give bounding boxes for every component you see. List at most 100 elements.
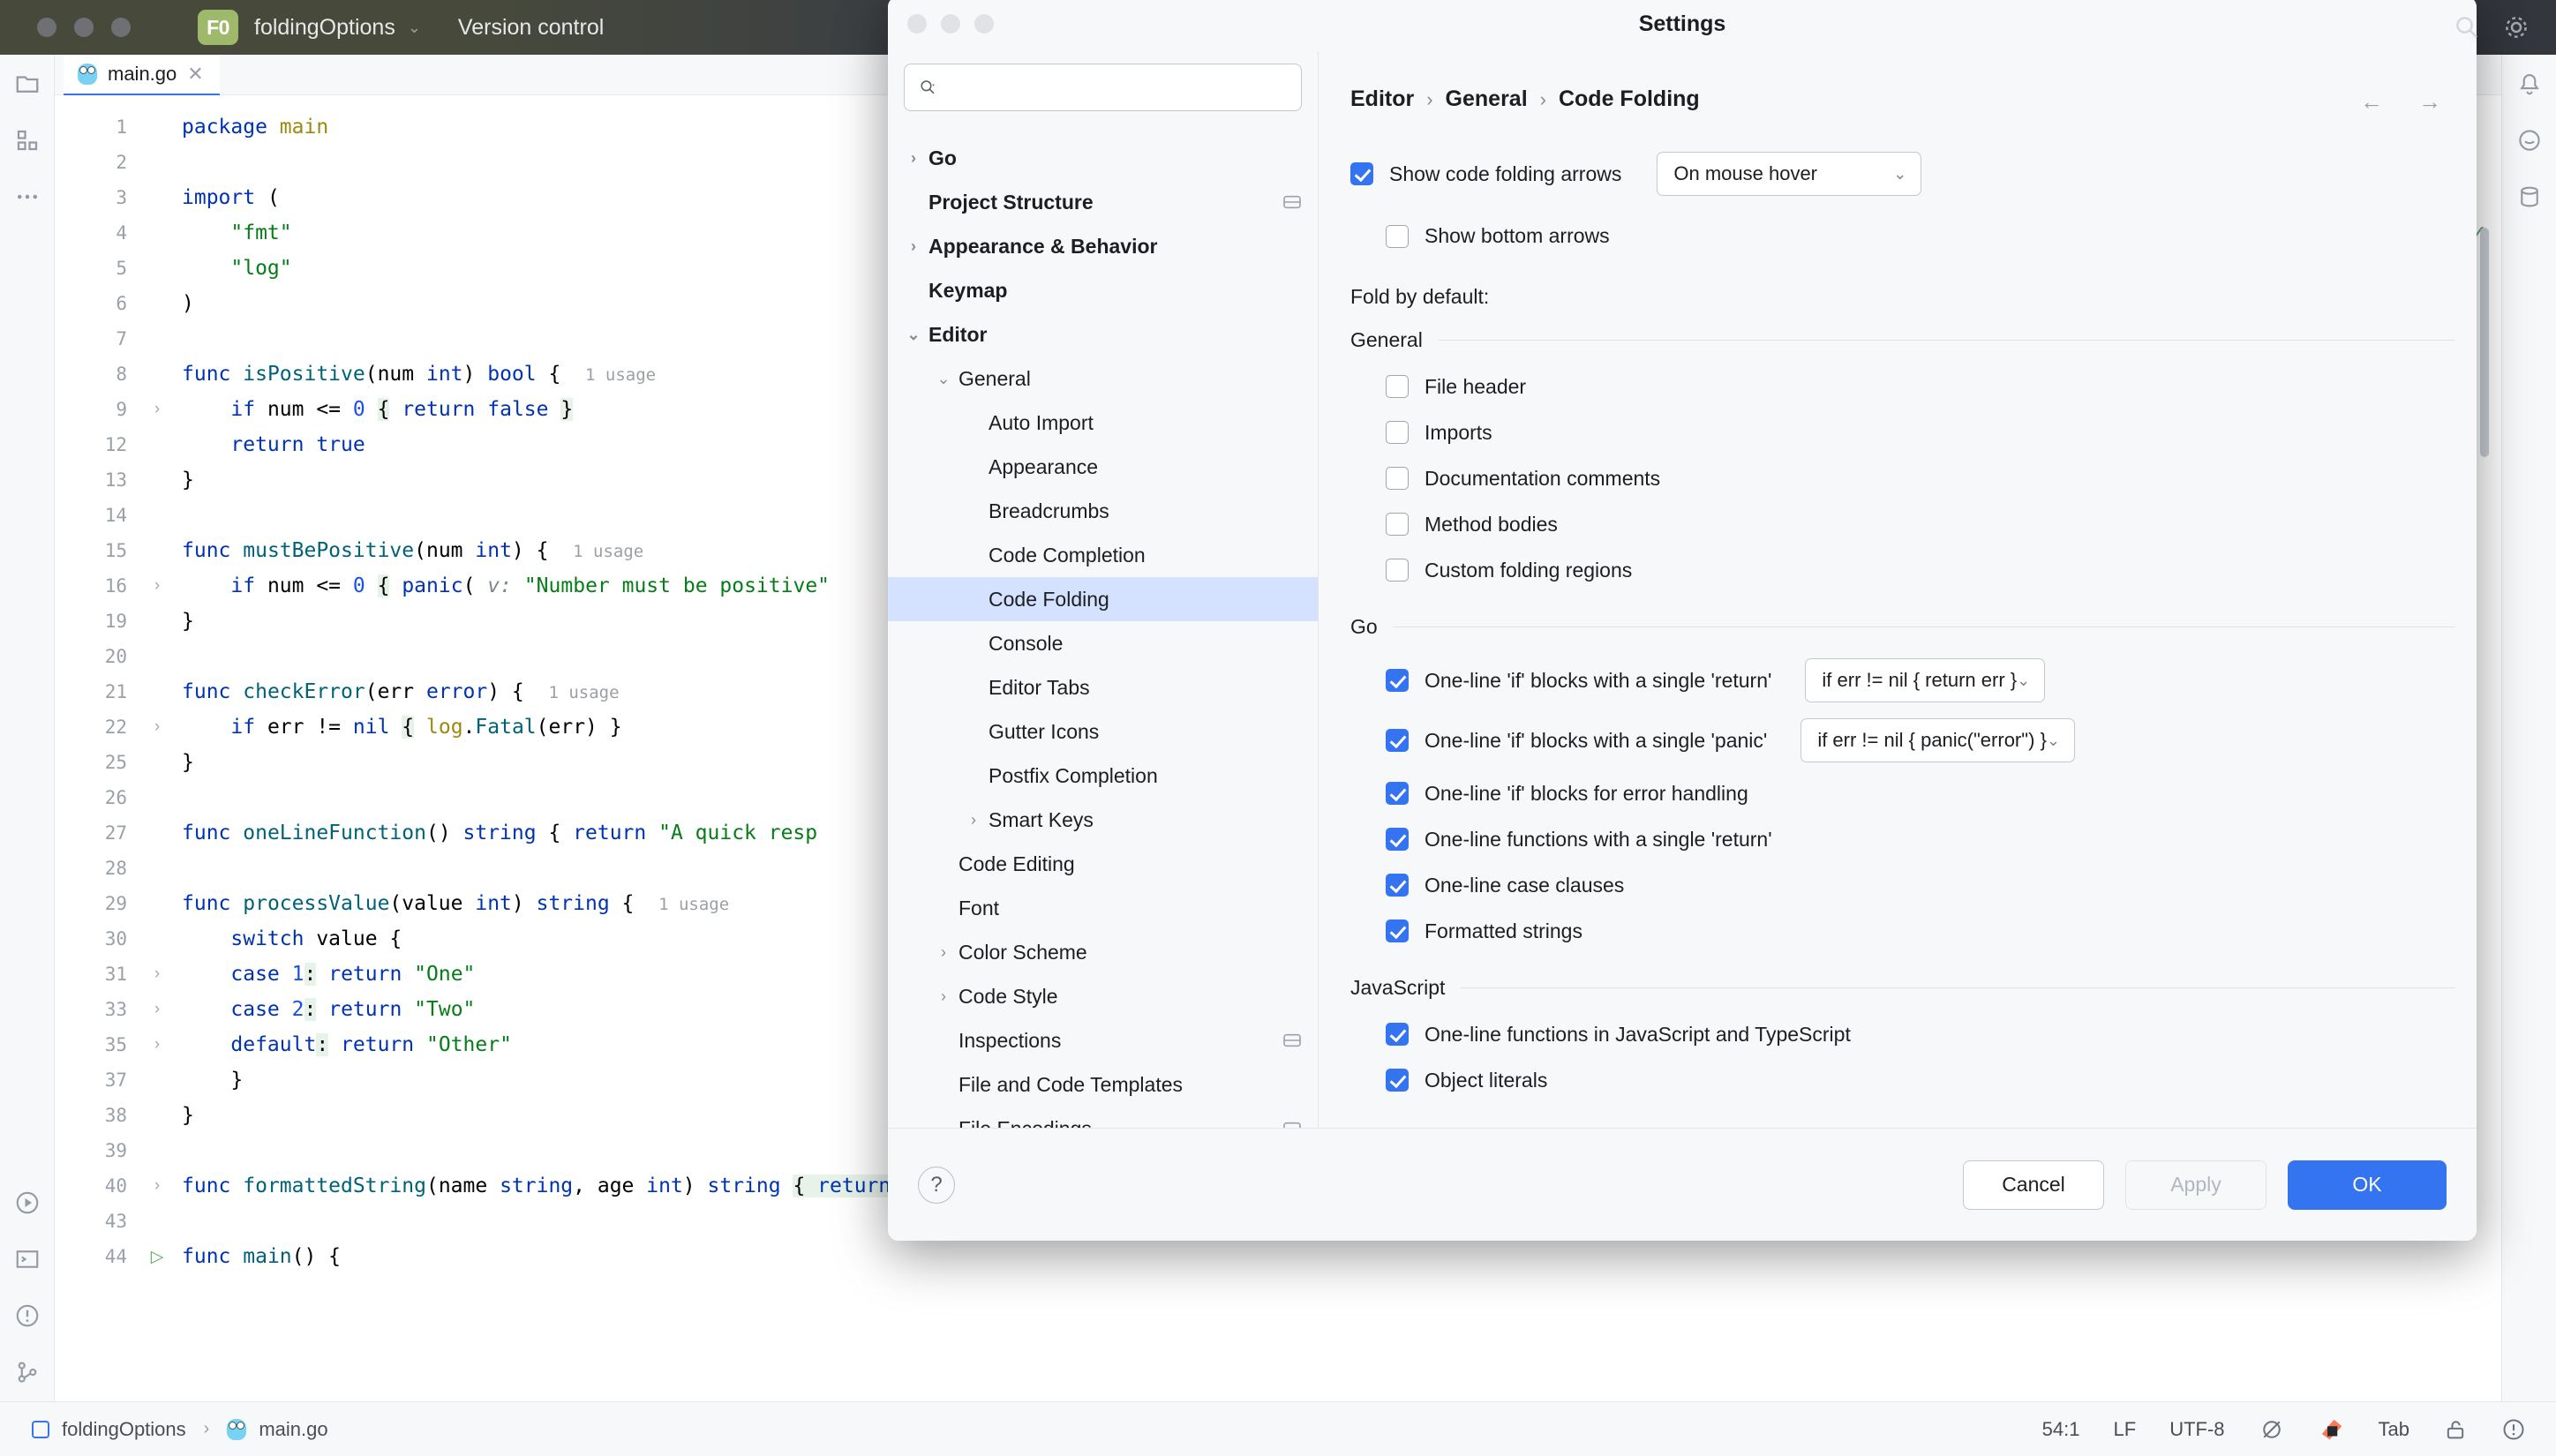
chevron-right-icon[interactable]: › [904,237,923,256]
search-icon[interactable] [2454,14,2480,41]
fold-option-checkbox[interactable] [1386,874,1409,897]
sidebar-item-general[interactable]: ⌄ General [888,356,1318,401]
settings-minimize-button[interactable] [941,14,960,34]
structure-icon[interactable] [14,127,41,154]
fold-option-checkbox[interactable] [1386,828,1409,851]
sidebar-item-breadcrumbs[interactable]: Breadcrumbs [888,489,1318,533]
sidebar-item-color-scheme[interactable]: › Color Scheme [888,930,1318,974]
search-input[interactable] [945,76,1287,99]
database-icon[interactable] [2516,184,2543,210]
close-window-button[interactable] [37,18,56,37]
ok-button[interactable]: OK [2288,1160,2447,1210]
goland-logo-icon[interactable] [2319,1416,2345,1443]
chevron-right-icon[interactable]: › [934,943,953,962]
folding-arrows-mode-select[interactable]: On mouse hover ⌄ [1657,152,1922,196]
chevron-down-icon[interactable]: ⌄ [934,370,953,388]
chevron-down-icon[interactable]: ⌄ [904,326,923,344]
sidebar-item-editor-tabs[interactable]: Editor Tabs [888,665,1318,709]
fold-arrow-icon[interactable]: › [139,576,175,596]
settings-traffic-lights[interactable] [907,14,994,34]
caret-position[interactable]: 54:1 [2042,1418,2080,1441]
status-file-name[interactable]: main.go [259,1418,327,1441]
editor-tab-main-go[interactable]: main.go ✕ [64,55,220,95]
close-icon[interactable]: ✕ [187,63,203,86]
problems-icon[interactable] [14,1302,41,1329]
terminal-icon[interactable] [14,1246,41,1272]
fold-option-checkbox[interactable] [1386,467,1409,490]
sidebar-item-code-style[interactable]: › Code Style [888,974,1318,1018]
sidebar-item-inspections[interactable]: Inspections [888,1018,1318,1062]
file-encoding[interactable]: UTF-8 [2169,1418,2224,1441]
sidebar-item-editor[interactable]: ⌄ Editor [888,312,1318,356]
fold-option-preview-select[interactable]: if err != nil { panic("error") } ⌄ [1800,718,2075,762]
sidebar-item-code-editing[interactable]: Code Editing [888,842,1318,886]
nav-forward-button[interactable]: → [2418,88,2441,116]
fold-option-checkbox[interactable] [1386,559,1409,582]
show-bottom-arrows-checkbox[interactable] [1386,224,1409,248]
warning-icon[interactable] [2501,1417,2526,1442]
breadcrumb-editor[interactable]: Editor [1350,86,1414,112]
sidebar-item-font[interactable]: Font [888,886,1318,930]
editor-scrollbar[interactable] [2480,228,2489,457]
fold-arrow-icon[interactable]: › [139,1000,175,1019]
fold-arrow-icon[interactable]: › [139,1035,175,1054]
reader-mode-off-icon[interactable] [2259,1416,2285,1443]
sidebar-item-code-folding[interactable]: Code Folding [888,577,1318,621]
indent-setting[interactable]: Tab [2379,1418,2409,1441]
sidebar-item-gutter-icons[interactable]: Gutter Icons [888,709,1318,754]
chevron-right-icon[interactable]: › [934,987,953,1006]
fold-option-checkbox[interactable] [1386,782,1409,805]
sidebar-item-go[interactable]: › Go [888,136,1318,180]
breadcrumb-general[interactable]: General [1446,86,1528,112]
project-folder-icon[interactable] [14,71,41,97]
window-traffic-lights[interactable] [37,18,131,37]
settings-close-button[interactable] [907,14,927,34]
run-icon[interactable] [14,1190,41,1216]
fold-option-checkbox[interactable] [1386,1023,1409,1046]
version-control-menu[interactable]: Version control [458,15,604,41]
gear-icon[interactable] [2503,14,2530,41]
version-control-icon[interactable] [14,1359,41,1385]
unlock-icon[interactable] [2443,1417,2468,1442]
chevron-down-icon[interactable]: ⌄ [408,19,421,37]
fold-arrow-icon[interactable]: › [139,1176,175,1196]
sidebar-item-keymap[interactable]: Keymap [888,268,1318,312]
fold-arrow-icon[interactable]: › [139,717,175,737]
fold-option-checkbox[interactable] [1386,375,1409,398]
chevron-right-icon[interactable]: › [904,149,923,168]
fold-option-checkbox[interactable] [1386,421,1409,444]
fold-option-checkbox[interactable] [1386,729,1409,752]
sidebar-item-postfix-completion[interactable]: Postfix Completion [888,754,1318,798]
chevron-right-icon[interactable]: › [964,811,983,829]
apply-button[interactable]: Apply [2125,1160,2267,1210]
cancel-button[interactable]: Cancel [1963,1160,2104,1210]
sidebar-item-project-structure[interactable]: Project Structure [888,180,1318,224]
fold-option-preview-select[interactable]: if err != nil { return err } ⌄ [1805,658,2046,702]
nav-back-button[interactable]: ← [2360,88,2383,116]
maximize-window-button[interactable] [111,18,131,37]
fold-arrow-icon[interactable]: › [139,964,175,984]
status-project-name[interactable]: foldingOptions [62,1418,186,1441]
fold-option-checkbox[interactable] [1386,669,1409,692]
fold-option-checkbox[interactable] [1386,513,1409,536]
more-tool-windows-icon[interactable] [14,184,41,210]
sidebar-item-appearance-behavior[interactable]: › Appearance & Behavior [888,224,1318,268]
minimize-window-button[interactable] [74,18,94,37]
sidebar-item-file-and-code-templates[interactable]: File and Code Templates [888,1062,1318,1107]
line-separator[interactable]: LF [2114,1418,2137,1441]
sidebar-item-smart-keys[interactable]: › Smart Keys [888,798,1318,842]
fold-option-checkbox[interactable] [1386,1069,1409,1092]
sidebar-item-auto-import[interactable]: Auto Import [888,401,1318,445]
project-name[interactable]: foldingOptions [254,15,395,41]
sidebar-item-appearance[interactable]: Appearance [888,445,1318,489]
notifications-icon[interactable] [2516,71,2543,97]
help-button[interactable]: ? [918,1166,955,1204]
fold-option-checkbox[interactable] [1386,919,1409,942]
ai-assistant-icon[interactable] [2516,127,2543,154]
settings-maximize-button[interactable] [974,14,994,34]
sidebar-item-code-completion[interactable]: Code Completion [888,533,1318,577]
fold-arrow-icon[interactable]: › [139,400,175,419]
settings-search-box[interactable] [904,64,1302,111]
sidebar-item-console[interactable]: Console [888,621,1318,665]
run-gutter-icon[interactable]: ▷ [139,1247,175,1267]
